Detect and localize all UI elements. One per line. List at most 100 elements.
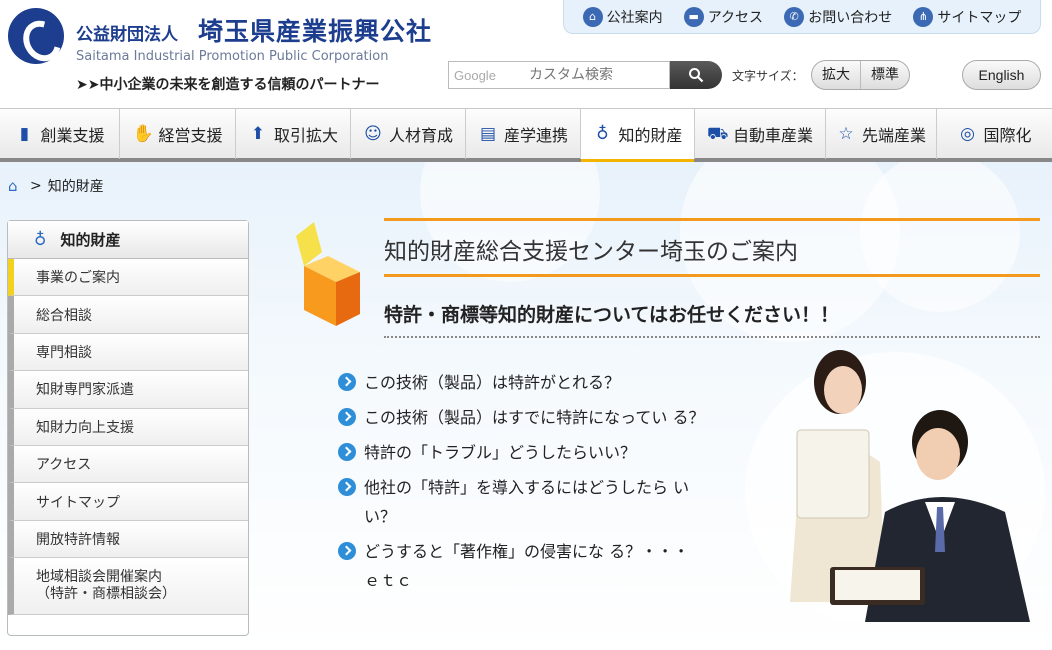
- topnav-label: お問い合わせ: [808, 9, 893, 26]
- question-list: この技術（製品）は特許がとれる？ この技術（製品）はすでに特許になってい る？ …: [338, 368, 708, 601]
- nav-intellectual-property[interactable]: ♁ 知的財産: [581, 109, 695, 163]
- nav-label: 経営支援: [158, 126, 223, 145]
- home-icon[interactable]: ⌂: [8, 179, 24, 194]
- question-item: どうすると「著作権」の侵害にな る？・・・ ｅｔｃ: [338, 537, 708, 595]
- nav-startup-support[interactable]: ▮ 創業支援: [0, 109, 120, 159]
- breadcrumb-separator: >: [30, 178, 42, 194]
- utility-nav: ⌂ 公社案内 ▬ アクセス ✆ お問い合わせ ⋔ サイトマップ: [563, 0, 1041, 34]
- sidebar-item-label: 地域相談会開催案内 （特許・商標相談会）: [36, 569, 176, 603]
- nav-advanced-industry[interactable]: ☆ 先端産業: [826, 109, 937, 159]
- logo-icon[interactable]: [8, 8, 64, 64]
- sidebar-item-label: 開放特許情報: [36, 531, 120, 548]
- lightbulb-icon: ♁: [34, 229, 47, 250]
- sidebar-item-ip-capability-support[interactable]: 知財力向上支援: [8, 408, 248, 446]
- phone-icon: ✆: [784, 6, 805, 27]
- sidebar-item-expert-consultation[interactable]: 専門相談: [8, 333, 248, 372]
- search-field: Google: [448, 61, 670, 89]
- nav-label: 産学連携: [503, 126, 568, 145]
- topnav-contact[interactable]: ✆ お問い合わせ: [784, 6, 893, 27]
- org-english-name: Saitama Industrial Promotion Public Corp…: [76, 49, 389, 64]
- topnav-label: アクセス: [707, 9, 764, 26]
- nav-hr-development[interactable]: ☺ 人材育成: [351, 109, 466, 159]
- font-size-label: 文字サイズ：: [732, 69, 804, 83]
- sidebar-item-label: 専門相談: [36, 344, 92, 361]
- sidebar-item-regional-consultation[interactable]: 地域相談会開催案内 （特許・商標相談会）: [8, 558, 248, 616]
- question-text: 特許の「トラブル」どうしたらいい？: [364, 443, 637, 462]
- question-item: この技術（製品）は特許がとれる？: [338, 368, 708, 397]
- building-icon: ⌂: [582, 6, 603, 27]
- question-item: 他社の「特許」を導入するにはどうしたら いい？: [338, 473, 708, 531]
- topnav-company-info[interactable]: ⌂ 公社案内: [582, 6, 663, 27]
- sidebar-item-sitemap[interactable]: サイトマップ: [8, 483, 248, 521]
- nav-label: 人材育成: [388, 126, 453, 145]
- chevron-right-icon: [338, 478, 356, 496]
- sidebar-item-label: 知財力向上支援: [36, 419, 134, 436]
- site-header: 公益財団法人 埼玉県産業振興公社 Saitama Industrial Prom…: [0, 0, 1052, 108]
- sidebar-heading-label: 知的財産: [60, 231, 121, 249]
- org-name[interactable]: 埼玉県産業振興公社: [198, 12, 432, 48]
- decor-circle: [860, 162, 1020, 312]
- chevron-right-icon: [338, 542, 356, 560]
- question-item: この技術（製品）はすでに特許になってい る？: [338, 403, 708, 432]
- nav-industry-academia[interactable]: ▤ 産学連携: [466, 109, 581, 159]
- sidebar-item-access[interactable]: アクセス: [8, 445, 248, 484]
- page-subtitle: 特許・商標等知的財産についてはお任せください！！: [384, 304, 840, 326]
- search-input[interactable]: [529, 67, 659, 83]
- sidebar-item-label: 知財専門家派遣: [36, 382, 134, 399]
- org-prefix: 公益財団法人: [76, 25, 178, 45]
- nav-management-support[interactable]: ✋ 経営支援: [120, 109, 236, 159]
- sidebar: ♁ 知的財産 事業のご案内 総合相談 専門相談 知財専門家派遣 知財力向上支援 …: [7, 220, 249, 636]
- topnav-label: サイトマップ: [937, 9, 1022, 26]
- chevron-right-icon: [338, 408, 356, 426]
- font-size-standard-button[interactable]: 標準: [860, 61, 909, 89]
- sidebar-item-label: サイトマップ: [36, 494, 120, 511]
- nav-label: 知的財産: [618, 126, 683, 145]
- sidebar-item-label: アクセス: [36, 457, 92, 474]
- page-title: 知的財産総合支援センター埼玉のご案内: [384, 239, 798, 265]
- door-icon: ▮: [19, 124, 30, 144]
- topnav-sitemap[interactable]: ⋔ サイトマップ: [913, 6, 1022, 27]
- car-icon: ▬: [683, 6, 704, 27]
- question-text: 他社の「特許」を導入するにはどうしたら いい？: [364, 478, 690, 526]
- font-size-control: 拡大 標準: [811, 60, 910, 90]
- dotted-divider: [384, 336, 1040, 338]
- sidebar-item-label: 総合相談: [36, 307, 92, 324]
- nav-label: 国際化: [983, 126, 1032, 145]
- english-button[interactable]: English: [962, 60, 1041, 90]
- question-text: この技術（製品）は特許がとれる？: [364, 373, 621, 392]
- nav-trade-expansion[interactable]: ⬆ 取引拡大: [236, 109, 351, 159]
- title-rule-top: [384, 218, 1040, 221]
- question-text: この技術（製品）はすでに特許になってい る？: [364, 408, 705, 427]
- sidebar-item-expert-dispatch[interactable]: 知財専門家派遣: [8, 371, 248, 409]
- person-icon: ☺: [364, 124, 382, 144]
- breadcrumb-current: 知的財産: [47, 179, 104, 195]
- topnav-access[interactable]: ▬ アクセス: [683, 6, 764, 27]
- sitemap-icon: ⋔: [913, 6, 934, 27]
- cube-illustration: [296, 222, 360, 326]
- sidebar-item-label: 事業のご案内: [36, 270, 120, 287]
- title-rule-bottom: [384, 274, 1040, 277]
- search-button[interactable]: [670, 61, 722, 89]
- sidebar-item-open-patents[interactable]: 開放特許情報: [8, 520, 248, 559]
- globe-icon: ◎: [960, 124, 975, 144]
- consultation-photo: [745, 350, 1045, 622]
- up-arrow-circle-icon: ⬆: [250, 124, 266, 144]
- question-text: どうすると「著作権」の侵害にな る？・・・ ｅｔｃ: [364, 542, 706, 590]
- nav-label: 取引拡大: [273, 126, 338, 145]
- sidebar-item-general-consultation[interactable]: 総合相談: [8, 296, 248, 334]
- sidebar-item-business-overview[interactable]: 事業のご案内: [8, 259, 248, 297]
- handshake-icon: ✋: [132, 124, 154, 144]
- nav-internationalization[interactable]: ◎ 国際化: [937, 109, 1052, 159]
- sidebar-heading: ♁ 知的財産: [8, 221, 248, 259]
- question-item: 特許の「トラブル」どうしたらいい？: [338, 438, 708, 467]
- nav-automotive-industry[interactable]: ⛟ 自動車産業: [695, 109, 826, 159]
- car-icon: ⛟: [706, 124, 729, 144]
- book-icon: ▤: [479, 124, 497, 144]
- chevron-right-icon: [338, 373, 356, 391]
- nav-label: 自動車産業: [732, 126, 813, 145]
- breadcrumb: ⌂ > 知的財産: [8, 176, 104, 196]
- nav-label: 創業支援: [40, 126, 105, 145]
- main-nav: ▮ 創業支援 ✋ 経営支援 ⬆ 取引拡大 ☺ 人材育成 ▤ 産学連携 ♁ 知的財…: [0, 108, 1052, 163]
- font-size-larger-button[interactable]: 拡大: [812, 61, 860, 89]
- chevron-right-icon: [338, 443, 356, 461]
